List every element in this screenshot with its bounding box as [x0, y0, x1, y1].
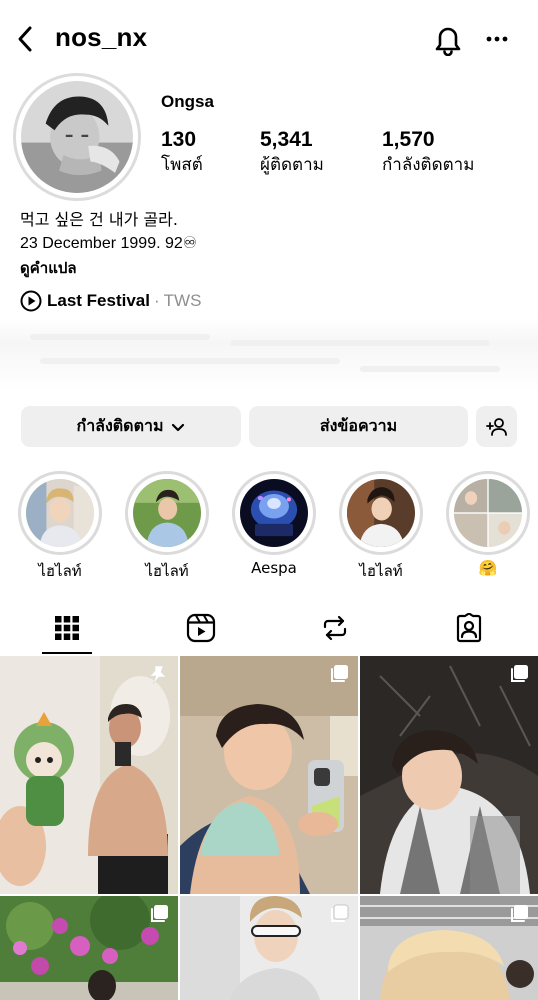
- profile-username: nos_nx: [55, 22, 148, 52]
- tab-reposts[interactable]: [268, 600, 402, 656]
- more-horizontal-icon: [486, 36, 508, 42]
- blurred-region: [0, 318, 538, 390]
- post-tile[interactable]: [360, 896, 538, 1000]
- carousel-icon: [151, 905, 168, 922]
- tab-tagged[interactable]: [402, 600, 536, 656]
- chevron-down-icon: [171, 423, 184, 431]
- music-artist: TWS: [163, 291, 202, 310]
- following-button-label: กำลังติดตาม: [76, 416, 164, 435]
- play-circle-icon: [20, 290, 42, 312]
- highlight-label: ไฮไลท์: [145, 562, 189, 580]
- reels-icon: [186, 613, 216, 643]
- post-tile[interactable]: [0, 656, 178, 894]
- post-tile[interactable]: [360, 656, 538, 894]
- highlight-label: Aespa: [251, 559, 297, 577]
- highlight-item[interactable]: ไฮไลท์: [125, 471, 209, 583]
- highlight-item[interactable]: ไฮไลท์: [339, 471, 423, 583]
- highlight-ring: [232, 471, 316, 555]
- top-bar: nos_nx: [0, 0, 538, 80]
- highlight-item[interactable]: Aespa: [232, 471, 316, 577]
- carousel-icon: [331, 665, 348, 682]
- highlight-ring: [125, 471, 209, 555]
- highlight-label: ไฮไลท์: [38, 562, 82, 580]
- music-separator: ·: [154, 291, 160, 310]
- stat-followers-label: ผู้ติดตาม: [260, 155, 324, 175]
- stat-following-value: 1,570: [382, 128, 435, 151]
- back-button[interactable]: [12, 24, 40, 54]
- posts-grid: [0, 656, 538, 1000]
- tagged-icon: [456, 613, 482, 643]
- stat-following-label: กำลังติดตาม: [382, 155, 475, 175]
- post-tile[interactable]: [180, 896, 358, 1000]
- highlight-cover: [133, 479, 201, 547]
- carousel-icon: [331, 904, 349, 922]
- tab-reels[interactable]: [134, 600, 268, 656]
- post-tile[interactable]: [0, 896, 178, 1000]
- highlight-ring: [18, 471, 102, 555]
- avatar: [21, 81, 133, 193]
- highlight-item[interactable]: ไฮไลท์: [18, 471, 102, 583]
- carousel-icon: [511, 905, 528, 922]
- stat-posts-label: โพสต์: [161, 155, 203, 175]
- highlight-label: 🤗: [478, 559, 498, 577]
- highlight-item[interactable]: 🤗: [446, 471, 530, 577]
- profile-music[interactable]: Last Festival · TWS: [20, 289, 201, 313]
- stat-following[interactable]: 1,570 กำลังติดตาม: [382, 128, 474, 178]
- bio-line-1: 먹고 싶은 건 내가 골라.: [20, 210, 178, 229]
- see-translation-link[interactable]: ดูคำแปล: [20, 256, 197, 280]
- music-song-title: Last Festival: [47, 291, 150, 310]
- bio-line-2: 23 December 1999. 92♾: [20, 235, 198, 252]
- stat-posts-value: 130: [161, 128, 197, 151]
- post-tile[interactable]: [180, 656, 358, 894]
- more-options-button[interactable]: [482, 24, 512, 54]
- bio: 먹고 싶은 건 내가 골라. 23 December 1999. 92♾ ดูค…: [20, 208, 197, 280]
- highlight-ring: [339, 471, 423, 555]
- message-button-label: ส่งข้อความ: [319, 416, 398, 435]
- stat-posts[interactable]: 130 โพสต์: [161, 128, 203, 178]
- repost-icon: [323, 615, 347, 641]
- active-tab-indicator: [42, 652, 92, 654]
- profile-avatar-ring[interactable]: [13, 73, 141, 201]
- following-button[interactable]: กำลังติดตาม: [21, 406, 241, 447]
- highlight-cover: [26, 479, 94, 547]
- suggest-people-button[interactable]: [476, 406, 517, 447]
- add-person-icon: [485, 417, 507, 436]
- highlight-cover: [347, 479, 415, 547]
- carousel-icon: [511, 665, 528, 682]
- bell-icon: [435, 27, 461, 57]
- highlight-cover: [240, 479, 308, 547]
- highlight-ring: [446, 471, 530, 555]
- tab-grid[interactable]: [0, 600, 134, 656]
- chevron-left-icon: [18, 26, 32, 52]
- profile-tabs: [0, 600, 538, 656]
- pin-icon: [149, 665, 167, 685]
- stat-followers[interactable]: 5,341 ผู้ติดตาม: [260, 128, 324, 178]
- message-button[interactable]: ส่งข้อความ: [249, 406, 468, 447]
- notifications-button[interactable]: [432, 22, 464, 57]
- highlight-label: ไฮไลท์: [359, 562, 403, 580]
- stat-followers-value: 5,341: [260, 128, 313, 151]
- highlight-cover: [454, 479, 522, 547]
- display-name: Ongsa: [161, 92, 214, 111]
- grid-icon: [55, 616, 79, 640]
